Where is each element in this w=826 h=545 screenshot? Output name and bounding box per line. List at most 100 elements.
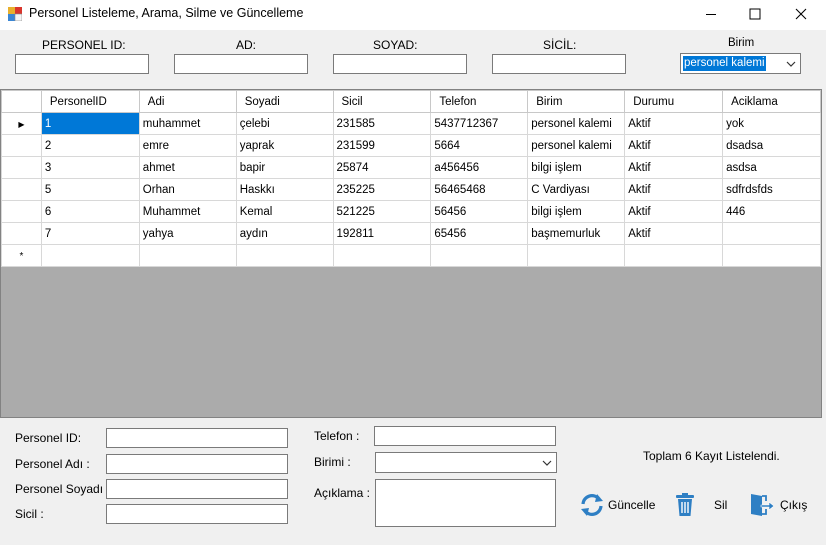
table-cell[interactable]: çelebi [235,112,334,135]
table-cell[interactable]: personel kalemi [527,112,626,135]
table-cell[interactable] [235,244,334,267]
new-row[interactable]: * [1,244,821,267]
column-header[interactable]: Sicil [332,90,432,113]
table-cell[interactable]: yaprak [235,134,334,157]
table-cell[interactable]: 3 [40,156,140,179]
aciklama-textarea[interactable] [375,479,556,527]
chevron-down-icon [542,460,552,466]
table-cell[interactable]: aydın [235,222,334,245]
table-row[interactable]: 5 Orhan Haskkı 235225 56465468 C Vardiya… [1,178,821,201]
table-row[interactable]: 6 Muhammet Kemal 521225 56456 bilgi işle… [1,200,821,223]
table-cell[interactable]: yahya [138,222,237,245]
table-cell[interactable]: 56456 [430,200,529,223]
table-cell[interactable]: C Vardiyası [527,178,626,201]
row-header[interactable] [1,178,42,201]
table-cell[interactable] [722,244,821,267]
table-cell[interactable]: asdsa [722,156,821,179]
search-soyad-input[interactable] [333,54,467,74]
guncelle-button[interactable]: Güncelle [578,492,655,518]
table-cell[interactable] [624,244,724,267]
telefon-field[interactable] [374,426,556,446]
table-cell[interactable]: 231599 [332,134,432,157]
column-header[interactable]: Soyadi [235,90,334,113]
table-row[interactable]: 3 ahmet bapir 25874 a456456 bilgi işlem … [1,156,821,179]
table-cell[interactable]: yok [722,112,821,135]
sicil-field[interactable] [106,504,288,524]
table-cell[interactable]: 65456 [430,222,529,245]
table-cell[interactable]: Aktif [624,178,724,201]
search-ad-input[interactable] [174,54,308,74]
table-cell[interactable]: Aktif [624,156,724,179]
table-cell[interactable] [430,244,529,267]
table-row[interactable]: 7 yahya aydın 192811 65456 başmemurluk A… [1,222,821,245]
table-cell[interactable]: Aktif [624,112,724,135]
column-header[interactable]: Adi [138,90,237,113]
minimize-button[interactable] [688,0,734,28]
table-cell[interactable]: Orhan [138,178,237,201]
table-cell[interactable]: 25874 [332,156,432,179]
row-header[interactable] [1,156,42,179]
current-row-indicator[interactable]: ▶ [1,112,42,135]
telefon-label: Telefon : [314,429,360,443]
column-header[interactable]: Birim [527,90,626,113]
column-header[interactable]: Telefon [430,90,529,113]
table-cell[interactable] [40,244,140,267]
search-birim-select[interactable]: personel kalemi [680,53,801,74]
table-cell[interactable]: Kemal [235,200,334,223]
column-header[interactable]: PersonelID [40,90,140,113]
row-header[interactable] [1,222,42,245]
personel-id-field[interactable] [106,428,288,448]
table-cell[interactable]: 5664 [430,134,529,157]
table-cell[interactable]: 446 [722,200,821,223]
personel-soyadi-field[interactable] [106,479,288,499]
table-cell[interactable]: muhammet [138,112,237,135]
table-cell[interactable] [332,244,432,267]
search-personel-id-input[interactable] [15,54,149,74]
table-cell[interactable]: 56465468 [430,178,529,201]
table-cell[interactable]: sdfrdsfds [722,178,821,201]
table-cell[interactable]: bilgi işlem [527,200,626,223]
table-cell[interactable]: 231585 [332,112,432,135]
table-row[interactable]: 2 emre yaprak 231599 5664 personel kalem… [1,134,821,157]
table-cell[interactable]: a456456 [430,156,529,179]
maximize-button[interactable] [732,0,778,28]
table-cell[interactable]: Aktif [624,200,724,223]
column-header[interactable]: Aciklama [722,90,821,113]
new-row-indicator[interactable]: * [1,244,42,267]
table-cell[interactable]: 7 [40,222,140,245]
table-cell[interactable]: ahmet [138,156,237,179]
table-cell[interactable] [527,244,626,267]
table-cell[interactable]: bapir [235,156,334,179]
table-cell[interactable]: 1 [40,112,140,135]
table-cell[interactable]: Muhammet [138,200,237,223]
table-cell[interactable]: 5437712367 [430,112,529,135]
sil-button[interactable]: Sil [672,492,727,518]
search-sicil-input[interactable] [492,54,626,74]
table-cell[interactable]: 6 [40,200,140,223]
table-cell[interactable]: 192811 [332,222,432,245]
table-cell[interactable]: dsadsa [722,134,821,157]
table-cell[interactable]: Aktif [624,134,724,157]
table-cell[interactable]: emre [138,134,237,157]
table-cell[interactable]: 235225 [332,178,432,201]
personel-data-grid[interactable]: PersonelID Adi Soyadi Sicil Telefon Biri… [0,89,822,418]
table-cell[interactable]: Aktif [624,222,724,245]
table-cell[interactable]: personel kalemi [527,134,626,157]
personel-adi-field[interactable] [106,454,288,474]
table-cell[interactable]: 521225 [332,200,432,223]
table-cell[interactable]: bilgi işlem [527,156,626,179]
table-cell[interactable]: 2 [40,134,140,157]
grid-header-row: PersonelID Adi Soyadi Sicil Telefon Biri… [1,90,821,113]
table-cell[interactable] [138,244,237,267]
close-button[interactable] [778,0,824,28]
table-row[interactable]: ▶ 1 muhammet çelebi 231585 5437712367 pe… [1,112,821,135]
table-cell[interactable] [722,222,821,245]
row-header[interactable] [1,134,42,157]
column-header[interactable]: Durumu [624,90,724,113]
table-cell[interactable]: başmemurluk [527,222,626,245]
birimi-select[interactable] [375,452,557,473]
row-header[interactable] [1,200,42,223]
cikis-button[interactable]: Çıkış [748,492,807,518]
table-cell[interactable]: Haskkı [235,178,334,201]
table-cell[interactable]: 5 [40,178,140,201]
